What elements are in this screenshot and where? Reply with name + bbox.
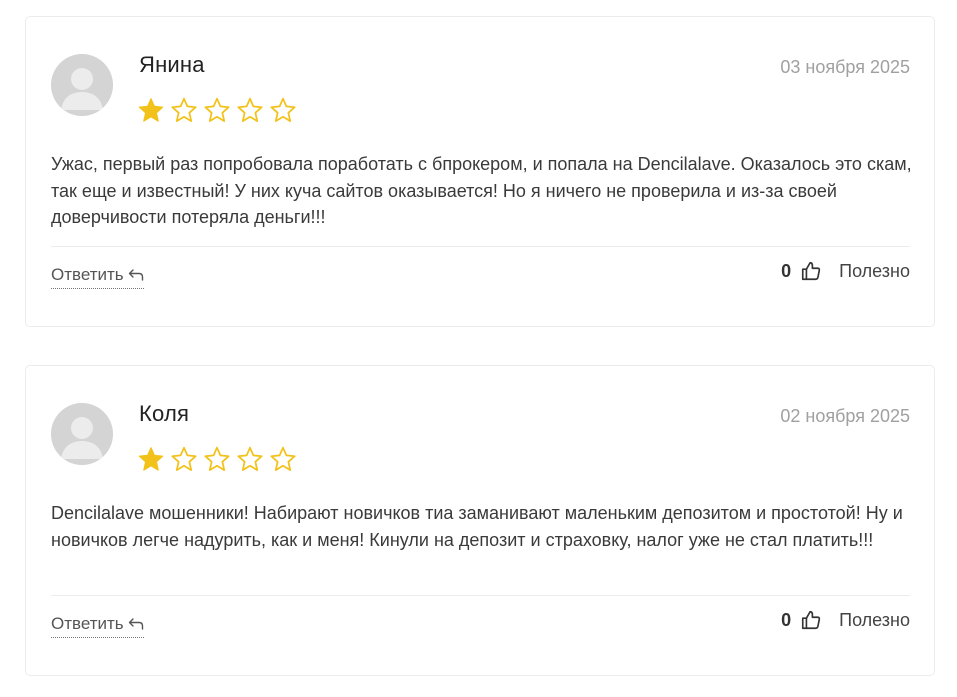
- reviewer-name: Коля: [139, 401, 190, 426]
- reply-button[interactable]: Ответить: [51, 614, 144, 638]
- star-rating: [137, 445, 297, 473]
- review-text: Dencilalave мошенники! Набирают новичков…: [51, 503, 903, 550]
- helpful-button[interactable]: Полезно: [839, 610, 910, 631]
- helpful-section: 0 Полезно: [781, 260, 910, 282]
- helpful-section: 0 Полезно: [781, 609, 910, 631]
- helpful-button[interactable]: Полезно: [839, 261, 910, 282]
- star-filled-icon: [138, 98, 164, 122]
- divider: [51, 595, 910, 596]
- star-filled-icon: [138, 447, 164, 471]
- thumbs-up-icon[interactable]: [800, 609, 822, 631]
- review-card: Янина 03 ноября 2025 Ужас, первый раз по…: [25, 16, 935, 327]
- reply-arrow-icon: [128, 618, 143, 630]
- review-card: Коля 02 ноября 2025 Dencilalave мошенник…: [25, 365, 935, 676]
- divider: [51, 246, 910, 247]
- avatar: [51, 54, 113, 116]
- star-empty-icon: [171, 446, 197, 471]
- star-empty-icon: [204, 446, 230, 471]
- avatar: [51, 403, 113, 465]
- star-empty-icon: [237, 446, 263, 471]
- reviewer-name: Янина: [139, 52, 205, 77]
- helpful-count: 0: [781, 609, 792, 630]
- reply-label: Ответить: [51, 614, 124, 633]
- star-rating: [137, 96, 297, 124]
- star-empty-icon: [270, 446, 296, 471]
- reply-label: Ответить: [51, 265, 124, 284]
- review-date: 03 ноября 2025: [780, 57, 910, 77]
- thumbs-up-icon[interactable]: [800, 260, 822, 282]
- reply-button[interactable]: Ответить: [51, 265, 144, 289]
- reply-arrow-icon: [128, 269, 143, 281]
- review-text: Ужас, первый раз попробовала поработать …: [51, 154, 912, 227]
- star-empty-icon: [171, 97, 197, 122]
- star-empty-icon: [270, 97, 296, 122]
- star-empty-icon: [237, 97, 263, 122]
- star-empty-icon: [204, 97, 230, 122]
- review-date: 02 ноября 2025: [780, 406, 910, 426]
- helpful-count: 0: [781, 260, 792, 281]
